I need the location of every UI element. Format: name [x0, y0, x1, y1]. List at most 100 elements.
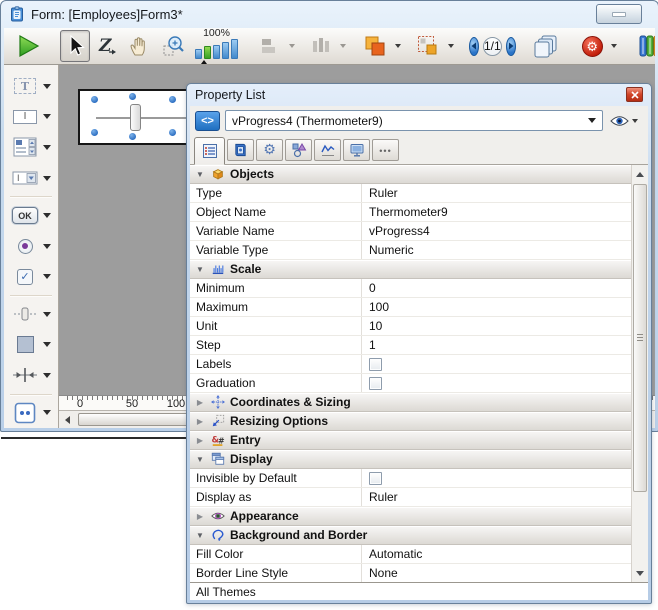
window-titlebar[interactable]: Form: [Employees]Form3* [1, 1, 658, 27]
view-options-button[interactable] [608, 115, 643, 127]
property-value-cell[interactable]: Numeric [362, 241, 631, 259]
checkbox-dropdown-arrow[interactable] [43, 274, 51, 279]
plugin-area-tool-icon[interactable] [11, 400, 39, 426]
property-value-cell[interactable]: 10 [362, 317, 631, 335]
minimize-button[interactable] [596, 4, 642, 24]
group-button[interactable] [412, 30, 444, 62]
button-tool-icon[interactable]: OK [11, 203, 39, 229]
checkbox-tool[interactable]: ✓ [4, 261, 58, 292]
scroll-up-button[interactable] [632, 166, 648, 182]
button-dropdown-arrow[interactable] [43, 213, 51, 218]
property-value-cell[interactable]: 100 [362, 298, 631, 316]
text-tool[interactable]: T [4, 71, 58, 102]
property-tab-monitor[interactable] [343, 139, 370, 161]
text-tool-dropdown-arrow[interactable] [43, 84, 51, 89]
property-tab-property-list[interactable] [194, 137, 225, 165]
align-dropdown-arrow[interactable] [289, 44, 295, 48]
selection-handle[interactable] [169, 96, 176, 103]
slider-tool-icon[interactable] [11, 301, 39, 327]
splitter-tool[interactable] [4, 360, 58, 391]
property-value-cell[interactable]: Ruler [362, 184, 631, 202]
form-page-area[interactable] [78, 89, 196, 145]
invisible-by-default-checkbox[interactable] [369, 472, 382, 485]
section-header-background-and-border[interactable]: ▼Background and Border [190, 526, 631, 545]
property-tab-gear[interactable]: ⚙ [256, 139, 283, 161]
zoom-level-control[interactable]: 100% [195, 28, 238, 64]
rectangle-dropdown-arrow[interactable] [43, 342, 51, 347]
object-level-button[interactable] [359, 30, 391, 62]
radio-button-tool-icon[interactable] [11, 233, 39, 259]
splitter-dropdown-arrow[interactable] [43, 373, 51, 378]
zoom-tool-button[interactable] [158, 30, 190, 62]
section-header-display[interactable]: ▼Display [190, 450, 631, 469]
input-field-tool-icon[interactable]: I [11, 104, 39, 130]
property-value-cell[interactable] [362, 374, 631, 392]
static-text-tool-icon[interactable]: T [11, 73, 39, 99]
property-value-cell[interactable]: Ruler [362, 488, 631, 506]
section-header-coordinates-sizing[interactable]: ▶Coordinates & Sizing [190, 393, 631, 412]
property-value-cell[interactable] [362, 469, 631, 487]
section-header-resizing-options[interactable]: ▶Resizing Options [190, 412, 631, 431]
zoom-bars-icon[interactable] [195, 39, 238, 59]
listbox-dropdown-arrow[interactable] [43, 145, 51, 150]
splitter-tool-icon[interactable] [11, 362, 39, 388]
select-tool-button[interactable] [60, 30, 90, 62]
previous-page-button[interactable] [469, 37, 479, 56]
section-header-objects[interactable]: ▼Objects [190, 165, 631, 184]
checkbox-tool-icon[interactable]: ✓ [11, 264, 39, 290]
property-value-cell[interactable]: None [362, 564, 631, 582]
zoom-bar-3[interactable] [213, 45, 220, 59]
object-navigation-button[interactable]: <> [195, 111, 220, 131]
group-dropdown-arrow[interactable] [448, 44, 454, 48]
form-pages-button[interactable] [529, 30, 563, 62]
distribute-button-disabled[interactable] [306, 30, 336, 62]
distribute-dropdown-arrow[interactable] [340, 44, 346, 48]
pan-tool-button[interactable] [124, 30, 156, 62]
selection-handle[interactable] [91, 129, 98, 136]
object-library-button[interactable] [633, 30, 655, 62]
listbox-tool-icon[interactable] [11, 134, 39, 160]
next-page-button[interactable] [506, 37, 516, 56]
level-dropdown-arrow[interactable] [395, 44, 401, 48]
combobox-dropdown-arrow[interactable] [43, 176, 51, 181]
rectangle-tool[interactable] [4, 329, 58, 360]
zoom-bar-5[interactable] [231, 39, 238, 59]
run-form-button[interactable] [11, 30, 45, 62]
section-header-scale[interactable]: ▼Scale [190, 260, 631, 279]
combobox-tool-icon[interactable]: I [11, 165, 39, 191]
scroll-left-button[interactable] [59, 411, 75, 428]
align-button-disabled[interactable] [255, 30, 285, 62]
object-selector-dropdown[interactable]: vProgress4 (Thermometer9) [225, 110, 603, 131]
selection-handle[interactable] [91, 96, 98, 103]
horizontal-scroll-thumb[interactable] [78, 413, 190, 426]
selection-handle[interactable] [129, 133, 136, 140]
plugin-area-tool[interactable] [4, 397, 58, 428]
property-value-cell[interactable]: vProgress4 [362, 222, 631, 240]
zoom-bar-4[interactable] [222, 42, 229, 59]
vertical-scrollbar[interactable] [631, 165, 648, 582]
slider-dropdown-arrow[interactable] [43, 312, 51, 317]
radio-dropdown-arrow[interactable] [43, 244, 51, 249]
selection-handle[interactable] [129, 93, 136, 100]
vertical-scroll-thumb[interactable] [633, 184, 647, 492]
button-tool[interactable]: OK [4, 200, 58, 231]
radio-button-tool[interactable] [4, 231, 58, 262]
section-header-entry[interactable]: ▶&#Entry [190, 431, 631, 450]
properties-dropdown-arrow[interactable] [611, 44, 617, 48]
zoom-bar-1[interactable] [195, 49, 202, 59]
form-properties-button[interactable]: ⚙ [578, 30, 607, 62]
rectangle-tool-icon[interactable] [11, 332, 39, 358]
property-value-cell[interactable]: 1 [362, 336, 631, 354]
ruler-widget-thumb[interactable] [130, 104, 141, 131]
labels-checkbox[interactable] [369, 358, 382, 371]
property-value-cell[interactable]: Automatic [362, 545, 631, 563]
selection-handle[interactable] [169, 129, 176, 136]
graduation-checkbox[interactable] [369, 377, 382, 390]
property-value-cell[interactable]: Thermometer9 [362, 203, 631, 221]
listbox-tool[interactable] [4, 132, 58, 163]
property-tab-book[interactable] [227, 139, 254, 161]
property-value-cell[interactable] [362, 355, 631, 373]
property-tab-more[interactable]: ••• [372, 139, 399, 161]
plugin-dropdown-arrow[interactable] [43, 410, 51, 415]
property-value-cell[interactable]: 0 [362, 279, 631, 297]
